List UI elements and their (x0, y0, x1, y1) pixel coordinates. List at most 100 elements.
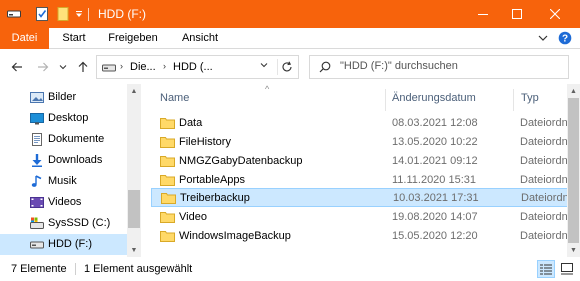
title-bar: HDD (F:) (0, 0, 580, 28)
drive-icon[interactable] (6, 0, 22, 28)
breadcrumb-hdd[interactable]: HDD (... (173, 61, 213, 73)
details-view-icon (540, 264, 552, 275)
maximize-button[interactable] (500, 0, 534, 28)
breadcrumb-this-pc[interactable]: Die... (130, 61, 156, 73)
scroll-up-icon[interactable]: ▲ (127, 84, 141, 98)
selection-status: 1 Element ausgewählt (84, 263, 193, 275)
folder-icon (161, 193, 176, 204)
arrow-up-icon (78, 61, 88, 72)
nav-item-system-drive[interactable]: SysSSD (C:) (0, 213, 127, 234)
downloads-icon (32, 154, 42, 167)
minimize-icon (478, 14, 488, 15)
file-name: Video (179, 211, 207, 223)
file-row[interactable]: NMGZGabyDatenbackup 14.01.2021 09:12 Dat… (151, 152, 575, 171)
column-divider[interactable] (513, 89, 514, 111)
scrollbar-thumb[interactable] (128, 190, 140, 228)
documents-icon (32, 133, 42, 146)
arrow-left-icon (11, 62, 22, 72)
file-date: 11.11.2020 15:31 (392, 174, 477, 186)
window-title: HDD (F:) (98, 7, 146, 21)
ribbon-tabs: Datei Start Freigeben Ansicht ? (0, 28, 580, 49)
desktop-icon (30, 113, 44, 125)
file-name: Data (179, 117, 203, 129)
refresh-button[interactable] (277, 59, 295, 75)
customize-dropdown-icon[interactable] (73, 0, 85, 28)
nav-item-label: Downloads (48, 154, 103, 166)
help-button[interactable]: ? (558, 31, 572, 48)
scroll-down-icon[interactable]: ▼ (127, 243, 141, 257)
refresh-icon (282, 61, 292, 72)
status-bar: 7 Elemente 1 Element ausgewählt (0, 257, 580, 281)
details-view-button[interactable] (537, 260, 555, 278)
up-button[interactable] (74, 58, 92, 76)
folder-icon (160, 212, 175, 223)
nav-item-downloads[interactable]: Downloads (0, 150, 127, 171)
scrollbar-thumb[interactable] (568, 98, 579, 243)
file-date: 15.05.2020 12:20 (392, 230, 478, 242)
drive-icon (30, 241, 44, 249)
folder-icon (160, 137, 175, 148)
scroll-up-icon[interactable]: ▲ (567, 84, 580, 98)
close-button[interactable] (538, 0, 572, 28)
tab-start[interactable]: Start (53, 28, 95, 49)
search-input[interactable] (340, 60, 560, 72)
breadcrumb-chevron-icon: › (163, 61, 166, 71)
file-row[interactable]: FileHistory 13.05.2020 10:22 Dateiordner (151, 133, 575, 152)
tab-share[interactable]: Freigeben (101, 28, 165, 49)
file-date: 10.03.2021 17:31 (393, 192, 479, 204)
nav-pane-scrollbar[interactable]: ▲ ▼ (127, 84, 141, 257)
nav-item-documents[interactable]: Dokumente (0, 129, 127, 150)
scroll-down-icon[interactable]: ▼ (567, 243, 580, 257)
pictures-icon (30, 92, 44, 103)
back-button[interactable] (8, 58, 26, 76)
column-header-date[interactable]: Änderungsdatum (392, 84, 476, 113)
large-icons-view-icon (561, 263, 573, 275)
nav-item-label: HDD (F:) (48, 238, 92, 250)
chevron-down-icon (59, 65, 67, 70)
file-list: ^ Name Änderungsdatum Typ Data 08.03.202… (141, 84, 580, 257)
file-name: FileHistory (179, 136, 231, 148)
sort-ascending-icon: ^ (265, 84, 270, 94)
minimize-button[interactable] (466, 0, 500, 28)
recent-locations-button[interactable] (54, 58, 72, 76)
nav-item-pictures[interactable]: Bilder (0, 87, 127, 108)
column-header-type[interactable]: Typ (521, 84, 539, 113)
new-folder-icon[interactable] (55, 0, 71, 28)
file-row[interactable]: WindowsImageBackup 15.05.2020 12:20 Date… (151, 227, 575, 246)
file-row[interactable]: Video 19.08.2020 14:07 Dateiordner (151, 208, 575, 227)
folder-icon (160, 231, 175, 242)
nav-item-desktop[interactable]: Desktop (0, 108, 127, 129)
search-box[interactable] (309, 55, 569, 79)
file-date: 19.08.2020 14:07 (392, 211, 478, 223)
status-separator (75, 263, 76, 275)
close-icon (550, 9, 560, 19)
file-date: 13.05.2020 10:22 (392, 136, 478, 148)
file-row[interactable]: Data 08.03.2021 12:08 Dateiordner (151, 114, 575, 133)
chevron-down-icon (538, 35, 548, 41)
file-name: Treiberbackup (180, 192, 250, 204)
forward-button[interactable] (34, 58, 52, 76)
file-row-selected[interactable]: Treiberbackup 10.03.2021 17:31 Dateiordn… (151, 188, 576, 207)
tab-file[interactable]: Datei (0, 28, 49, 49)
address-dropdown-button[interactable] (260, 60, 268, 72)
expand-ribbon-button[interactable] (538, 33, 548, 46)
chevron-down-icon (260, 63, 268, 68)
large-icons-view-button[interactable] (558, 260, 576, 278)
system-drive-icon (30, 217, 44, 229)
nav-item-label: Dokumente (48, 133, 105, 145)
nav-item-label: Desktop (48, 112, 89, 124)
drive-icon (102, 63, 116, 75)
nav-item-music[interactable]: Musik (0, 171, 127, 192)
file-date: 08.03.2021 12:08 (392, 117, 478, 129)
maximize-icon (512, 9, 522, 19)
file-list-scrollbar[interactable]: ▲ ▼ (567, 84, 580, 257)
column-divider[interactable] (385, 89, 386, 111)
nav-item-videos[interactable]: Videos (0, 192, 127, 213)
search-icon (319, 61, 331, 76)
item-count: 7 Elemente (11, 263, 67, 275)
tab-view[interactable]: Ansicht (172, 28, 228, 49)
column-header-name[interactable]: Name (160, 84, 189, 113)
properties-checkmark-icon[interactable] (34, 0, 50, 28)
nav-item-hdd[interactable]: HDD (F:) (0, 234, 127, 255)
address-bar[interactable]: › Die... › HDD (... (96, 55, 299, 79)
